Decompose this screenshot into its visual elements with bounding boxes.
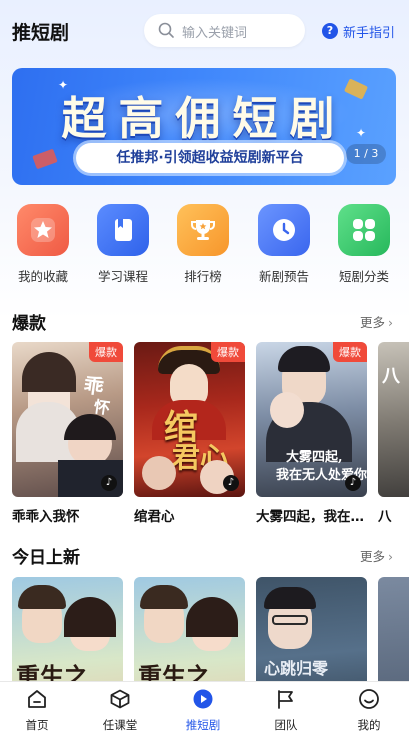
hot-badge: 爆款 [333, 342, 367, 362]
guide-label: 新手指引 [343, 25, 396, 41]
flag-icon [278, 690, 293, 709]
play-icon [193, 689, 213, 709]
drama-poster: 重生之 [12, 577, 123, 681]
tiktok-icon: ♪ [223, 475, 239, 491]
star-icon [31, 218, 55, 242]
decoration [32, 148, 58, 170]
tab-label: 首页 [25, 718, 49, 731]
tiktok-icon: ♪ [101, 475, 117, 491]
quick-entry-favorites[interactable]: 我的收藏 [8, 204, 78, 285]
drama-poster: 八 [378, 342, 409, 497]
drama-card[interactable]: 重生之 [12, 577, 123, 681]
quick-entry-courses[interactable]: 学习课程 [88, 204, 158, 285]
quick-entry-label: 排行榜 [184, 269, 222, 284]
grid-icon [353, 219, 375, 241]
book-icon [115, 219, 132, 241]
drama-title: 乖乖入我怀 [12, 509, 80, 525]
search-input[interactable]: 输入关键词 [144, 14, 305, 47]
quick-entry-label: 新剧预告 [258, 269, 309, 284]
clock-icon [273, 219, 295, 241]
drama-poster [378, 577, 409, 681]
hot-badge: 爆款 [211, 342, 245, 362]
page-title: 推短剧 [12, 22, 70, 44]
more-link-today[interactable]: 更多 › [360, 546, 393, 565]
drama-title: 八 [378, 509, 392, 525]
drama-card[interactable]: 八 八 [378, 342, 409, 525]
drama-card[interactable]: 心跳归零 [256, 577, 367, 681]
hot-badge: 爆款 [89, 342, 123, 362]
drama-poster: 乖 怀 爆款 ♪ [12, 342, 123, 497]
tab-team[interactable]: 团队 [255, 686, 317, 731]
drama-title: 大雾四起，我在无人处爱你 [256, 509, 367, 525]
tab-label: 团队 [274, 718, 298, 731]
quick-entries: 我的收藏 学习课程 排行榜 新剧预告 短剧分类 [0, 204, 409, 284]
tiktok-icon: ♪ [345, 475, 361, 491]
chevron-right-icon: › [388, 549, 393, 564]
drama-poster: 绾 君心 爆款 ♪ [134, 342, 245, 497]
hot-list: 乖 怀 爆款 ♪ 乖乖入我怀 绾 君心 爆款 ♪ 绾君心 大雾四起, 我在无人处… [12, 342, 409, 532]
tab-label: 任课堂 [102, 718, 138, 731]
drama-poster: 重生之 [134, 577, 245, 681]
tab-profile[interactable]: 我的 [338, 686, 400, 731]
help-icon: ? [322, 23, 338, 39]
tab-label: 推短剧 [185, 718, 221, 731]
tab-home[interactable]: 首页 [6, 686, 68, 731]
drama-poster: 心跳归零 [256, 577, 367, 681]
chevron-right-icon: › [388, 315, 393, 330]
bottom-tabbar: 首页 任课堂 推短剧 团队 我的 [0, 681, 409, 731]
header: 推短剧 输入关键词 ? 新手指引 [0, 0, 409, 62]
drama-card[interactable]: 大雾四起, 我在无人处爱你 爆款 ♪ 大雾四起，我在无人处爱你 [256, 342, 367, 525]
section-title-hot: 爆款 [12, 314, 46, 334]
more-link-hot[interactable]: 更多 › [360, 312, 393, 331]
trophy-icon [191, 220, 215, 240]
quick-entry-label: 我的收藏 [17, 269, 68, 284]
banner-headline: 超高佣短剧 [61, 92, 347, 145]
drama-card[interactable]: 重生之 [134, 577, 245, 681]
banner-pager: 1 / 3 [346, 144, 386, 164]
tab-drama[interactable]: 推短剧 [172, 686, 234, 731]
search-icon [158, 22, 174, 38]
more-label: 更多 [359, 549, 385, 564]
cube-icon [110, 689, 130, 709]
today-list: 重生之 重生之 心跳归零 [12, 577, 409, 681]
quick-entry-label: 学习课程 [97, 269, 148, 284]
quick-entry-label: 短剧分类 [338, 269, 389, 284]
drama-card[interactable] [378, 577, 409, 681]
quick-entry-ranking[interactable]: 排行榜 [168, 204, 238, 285]
quick-entry-preview[interactable]: 新剧预告 [249, 204, 319, 285]
promo-banner[interactable]: ✦ ✦ 超高佣短剧 任推邦·引领超收益短剧新平台 1 / 3 [12, 68, 396, 185]
home-icon [28, 690, 46, 708]
section-title-today: 今日上新 [12, 548, 80, 568]
smile-icon [359, 689, 379, 709]
tab-classroom[interactable]: 任课堂 [89, 686, 151, 731]
banner-subtitle: 任推邦·引领超收益短剧新平台 [76, 143, 344, 173]
tab-label: 我的 [357, 718, 381, 731]
drama-title: 绾君心 [134, 509, 175, 525]
search-placeholder: 输入关键词 [182, 26, 248, 41]
quick-entry-categories[interactable]: 短剧分类 [329, 204, 399, 285]
guide-button[interactable]: ? 新手指引 [322, 21, 395, 41]
drama-card[interactable]: 绾 君心 爆款 ♪ 绾君心 [134, 342, 245, 525]
more-label: 更多 [359, 315, 385, 330]
drama-card[interactable]: 乖 怀 爆款 ♪ 乖乖入我怀 [12, 342, 123, 525]
drama-poster: 大雾四起, 我在无人处爱你 爆款 ♪ [256, 342, 367, 497]
